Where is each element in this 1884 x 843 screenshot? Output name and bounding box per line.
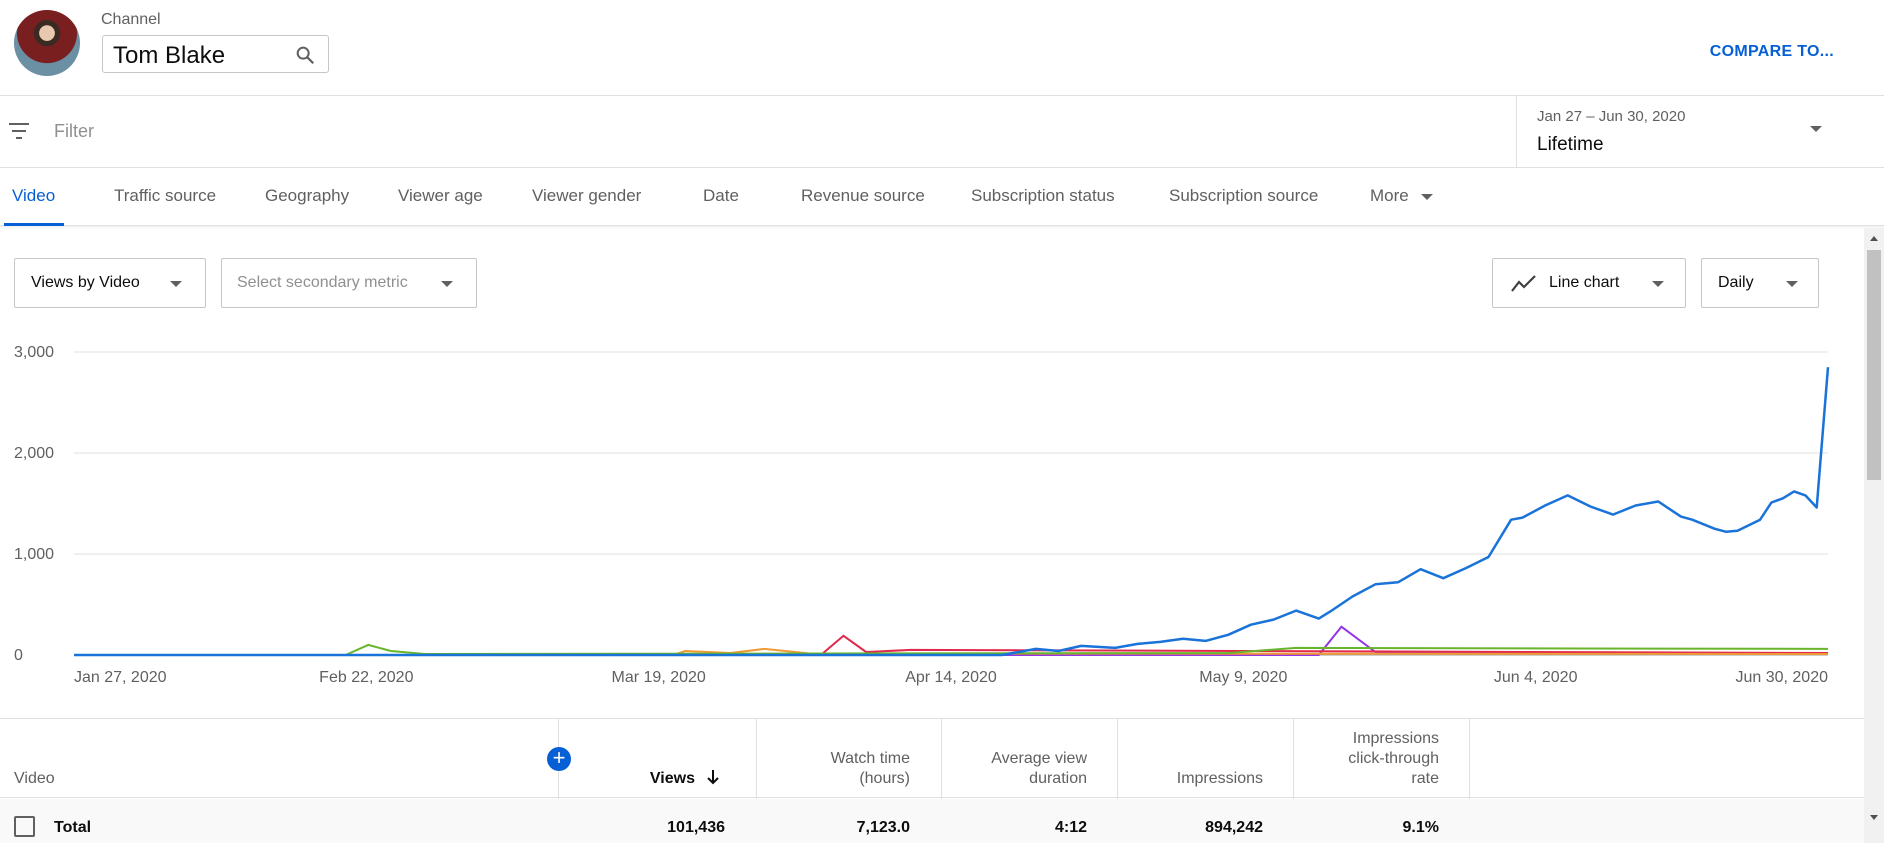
primary-metric-dropdown[interactable]: Views by Video: [14, 258, 206, 308]
header: Channel Tom Blake COMPARE TO...: [0, 0, 1884, 96]
total-row-checkbox[interactable]: [14, 816, 35, 837]
scroll-up-arrow-icon[interactable]: [1870, 236, 1878, 241]
column-header-watch-time[interactable]: Watch time (hours): [760, 749, 910, 789]
chevron-down-icon: [1786, 281, 1798, 287]
total-avg-view-duration: 4:12: [1054, 819, 1087, 836]
chevron-down-icon: [170, 281, 182, 287]
chevron-down-icon: [1652, 281, 1664, 287]
line-chart-icon: [1511, 274, 1537, 294]
tab-traffic-source[interactable]: Traffic source: [114, 186, 216, 206]
y-tick-label: 0: [14, 647, 23, 664]
total-views: 101,436: [667, 819, 725, 836]
date-range-value: Lifetime: [1537, 134, 1604, 155]
filter-input[interactable]: Filter: [54, 121, 94, 142]
x-tick-label: Jun 30, 2020: [1735, 669, 1828, 686]
table-header: [0, 718, 1864, 843]
secondary-metric-dropdown[interactable]: Select secondary metric: [221, 258, 477, 308]
x-tick-label: May 9, 2020: [1199, 669, 1287, 686]
arrow-down-icon: [706, 769, 720, 785]
interval-dropdown[interactable]: Daily: [1701, 258, 1819, 308]
tab-subscription-status[interactable]: Subscription status: [971, 186, 1115, 206]
x-tick-label: Mar 19, 2020: [612, 669, 706, 686]
chevron-down-icon: [1810, 126, 1822, 132]
tab-viewer-gender[interactable]: Viewer gender: [532, 186, 641, 206]
chevron-down-icon: [1421, 194, 1433, 200]
chart-type-label: Line chart: [1549, 274, 1620, 291]
add-column-button[interactable]: +: [547, 747, 571, 771]
interval-label: Daily: [1718, 274, 1754, 291]
search-icon[interactable]: [294, 44, 316, 66]
x-tick-label: Apr 14, 2020: [905, 669, 997, 686]
secondary-metric-label: Select secondary metric: [237, 274, 408, 291]
tab-video[interactable]: Video: [12, 186, 55, 206]
chart-type-dropdown[interactable]: Line chart: [1492, 258, 1686, 308]
x-tick-label: Jun 4, 2020: [1494, 669, 1578, 686]
scroll-down-arrow-icon[interactable]: [1870, 815, 1878, 820]
tab-geography[interactable]: Geography: [265, 186, 349, 206]
x-tick-label: Jan 27, 2020: [74, 669, 167, 686]
column-header-video[interactable]: Video: [14, 769, 55, 789]
tab-revenue-source[interactable]: Revenue source: [801, 186, 925, 206]
series-line: [74, 367, 1830, 657]
column-header-impressions[interactable]: Impressions: [1121, 769, 1263, 789]
active-tab-indicator: [4, 223, 64, 226]
channel-avatar[interactable]: [14, 10, 80, 76]
date-range-text: Jan 27 – Jun 30, 2020: [1537, 108, 1686, 125]
chevron-down-icon: [441, 281, 453, 287]
channel-label: Channel: [101, 11, 161, 28]
column-header-impressions-ctr[interactable]: Impressions click-through rate: [1297, 729, 1439, 789]
channel-name: Tom Blake: [113, 42, 226, 69]
total-ctr: 9.1%: [1402, 819, 1439, 836]
compare-to-button[interactable]: COMPARE TO...: [1710, 43, 1834, 61]
x-tick-label: Feb 22, 2020: [319, 669, 413, 686]
chart-svg: 0 1,000 2,000 3,000 Jan 27, 2020 Feb 22, 2020…: [14, 344, 1830, 686]
views-line-chart: 0 1,000 2,000 3,000 Jan 27, 2020 Feb 22, 2020…: [0, 330, 1884, 700]
channel-selector[interactable]: Tom Blake: [102, 35, 329, 73]
primary-metric-label: Views by Video: [31, 274, 140, 291]
filter-bar: Filter Jan 27 – Jun 30, 2020 Lifetime: [0, 96, 1884, 168]
tab-more[interactable]: More: [1370, 186, 1409, 206]
total-label: Total: [54, 819, 92, 836]
date-range-picker[interactable]: Jan 27 – Jun 30, 2020 Lifetime: [1516, 96, 1884, 168]
total-watch-time: 7,123.0: [856, 819, 910, 836]
table-total-row: Total 101,436 7,123.0 4:12 894,242 9.1%: [0, 799, 1864, 843]
y-tick-label: 3,000: [14, 344, 54, 361]
series-line: [74, 634, 1829, 656]
scrollbar-thumb[interactable]: [1867, 250, 1881, 480]
tab-subscription-source[interactable]: Subscription source: [1169, 186, 1318, 206]
tab-viewer-age[interactable]: Viewer age: [398, 186, 483, 206]
column-header-views[interactable]: Views: [600, 769, 695, 789]
page-scrollbar[interactable]: [1864, 228, 1884, 843]
filter-icon[interactable]: [8, 122, 30, 140]
total-impressions: 894,242: [1205, 819, 1263, 836]
dimension-tabs: Video Traffic source Geography Viewer ag…: [0, 168, 1884, 226]
tab-date[interactable]: Date: [703, 186, 739, 206]
y-tick-label: 2,000: [14, 445, 54, 462]
y-tick-label: 1,000: [14, 546, 54, 563]
column-header-avg-view-duration[interactable]: Average view duration: [945, 749, 1087, 789]
